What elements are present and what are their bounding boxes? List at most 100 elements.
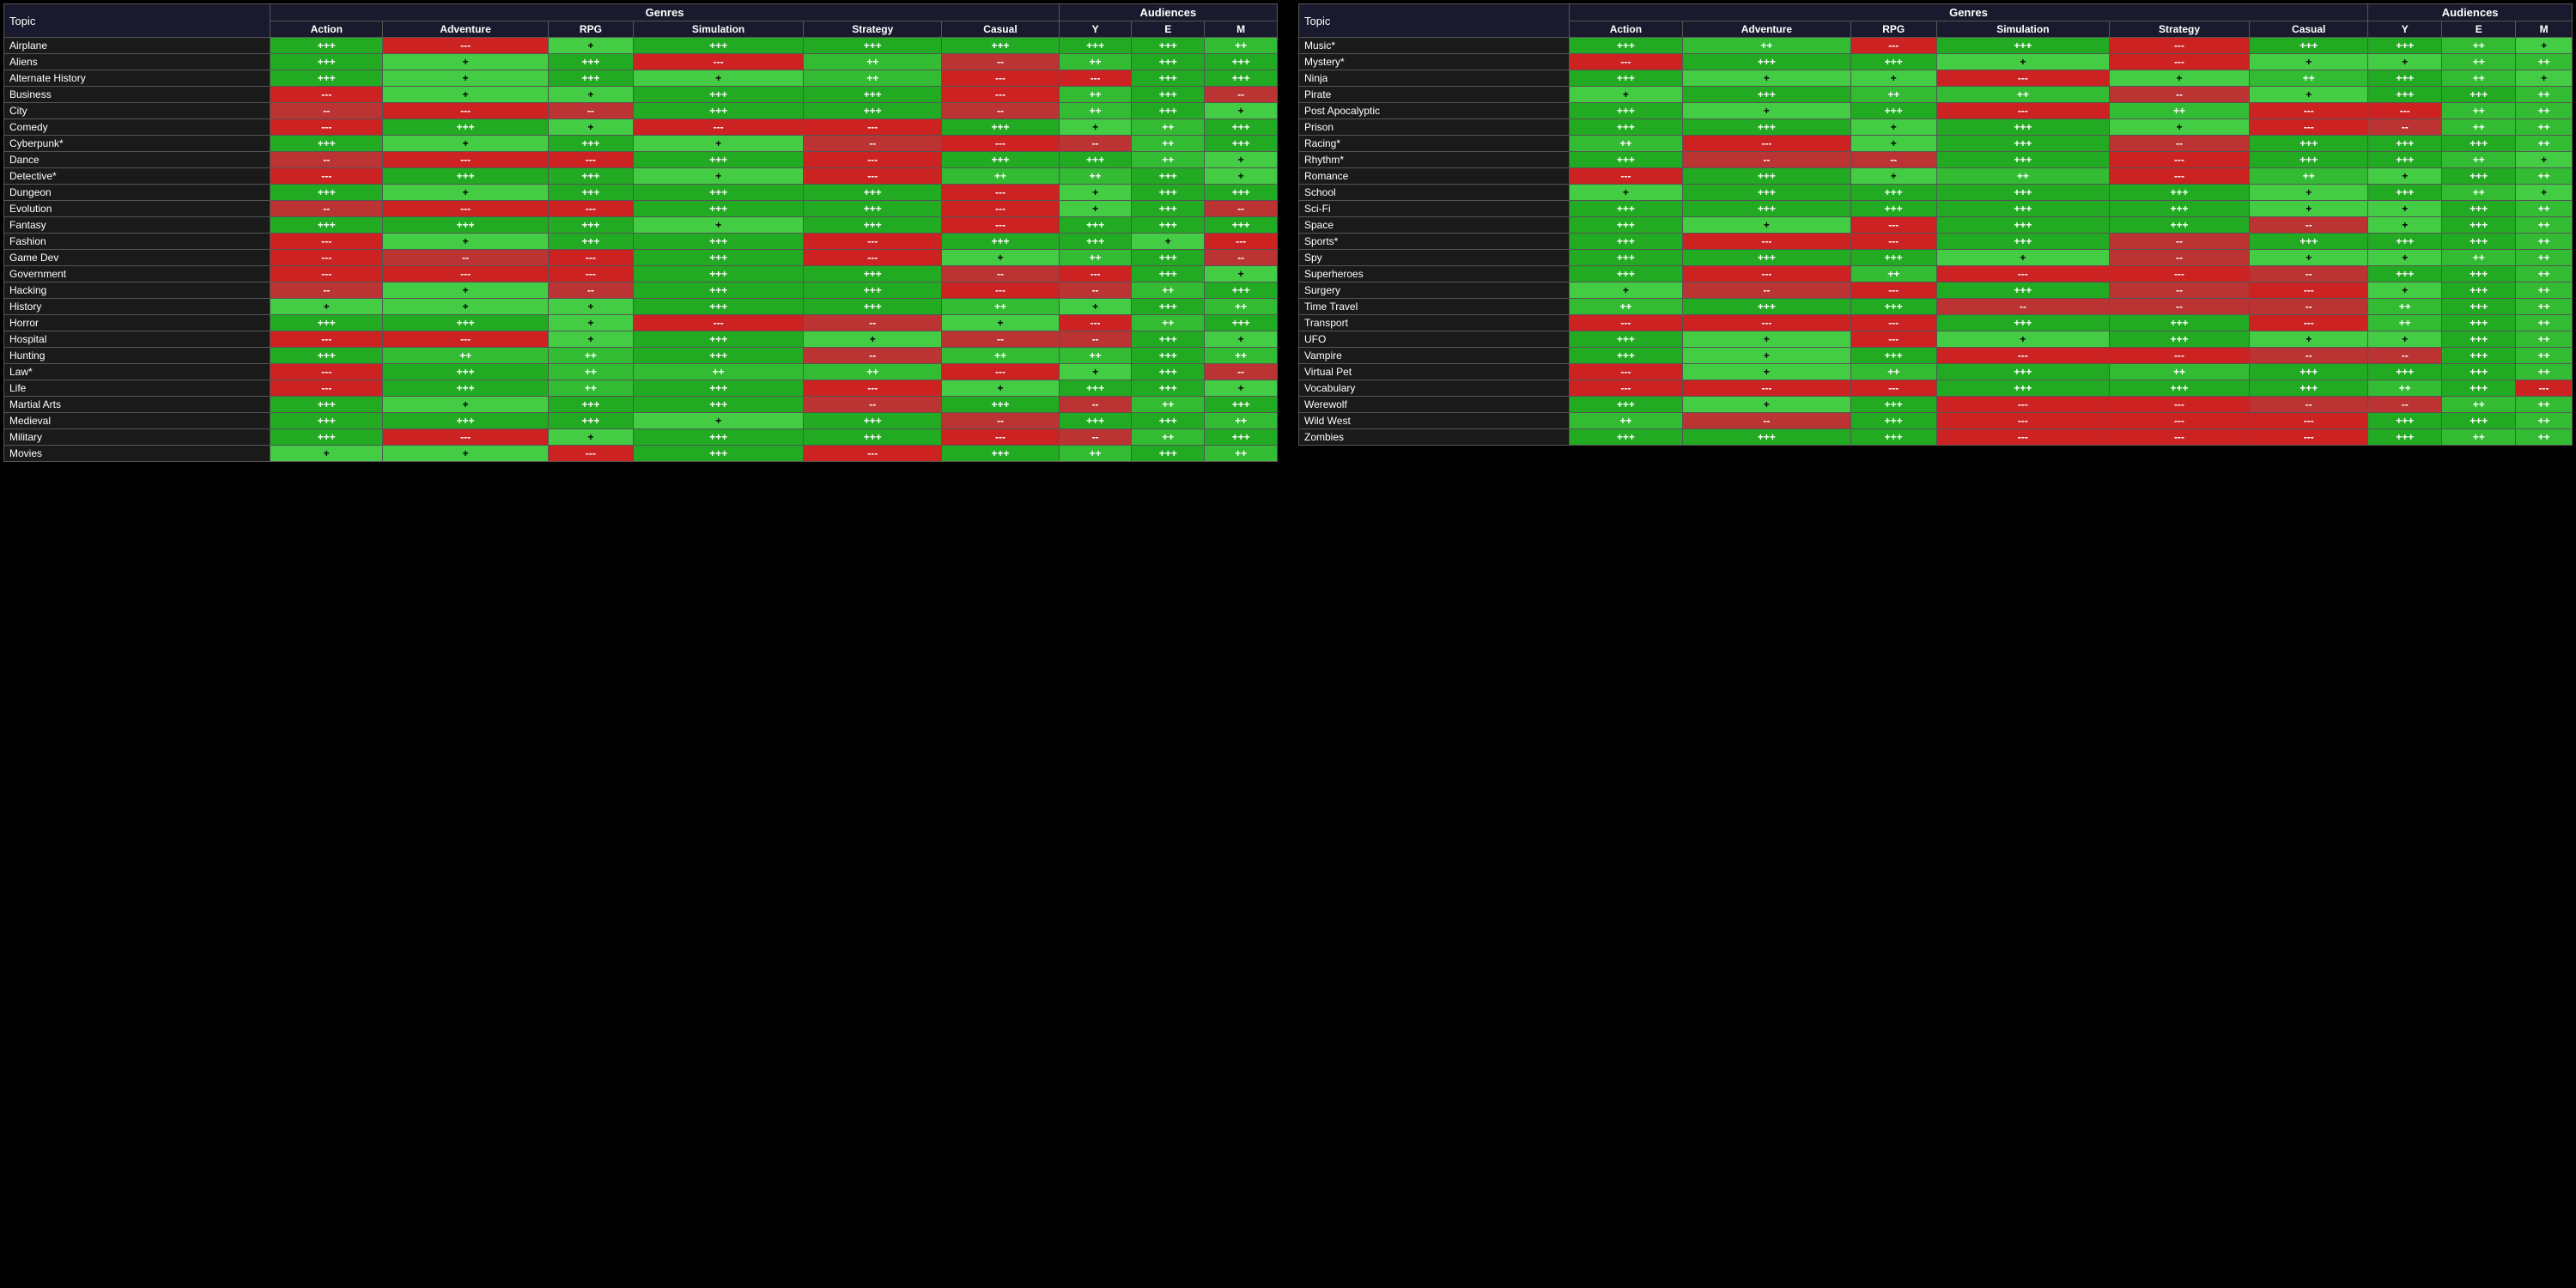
genre-cell-rpg: ---: [1850, 283, 1936, 299]
table-row: Transport---------++++++---+++++++: [1299, 315, 2573, 331]
genre-cell-action: +++: [1569, 234, 1683, 250]
genre-cell-adventure: +: [1683, 364, 1850, 380]
genre-cell-casual: +++: [2250, 136, 2368, 152]
genre-cell-action: +++: [1569, 331, 1683, 348]
topic-cell: Government: [4, 266, 270, 283]
genre-cell-simulation: +++: [633, 331, 804, 348]
genre-cell-rpg: ---: [549, 446, 634, 462]
table-row: Law*---+++++++++---++++--: [4, 364, 1278, 380]
aud-cell-y: --: [2368, 348, 2442, 364]
genre-cell-strategy: ---: [2109, 152, 2249, 168]
genre-cell-strategy: --: [2109, 87, 2249, 103]
genre-cell-adventure: +++: [383, 364, 549, 380]
genre-cell-casual: ---: [942, 217, 1059, 234]
genre-cell-simulation: ++: [1936, 168, 2109, 185]
genre-cell-adventure: +++: [383, 119, 549, 136]
topic-cell: Sci-Fi: [1299, 201, 1570, 217]
genre-cell-rpg: ++: [1850, 364, 1936, 380]
aud-cell-e: ++: [2442, 429, 2516, 446]
genre-cell-adventure: +: [1683, 331, 1850, 348]
genre-cell-strategy: ---: [2109, 348, 2249, 364]
genre-cell-strategy: --: [804, 397, 942, 413]
topic-cell: Superheroes: [1299, 266, 1570, 283]
genre-cell-casual: +: [2250, 54, 2368, 70]
topic-cell: Dance: [4, 152, 270, 168]
table-row: Post Apocalyptic+++++++---++------++++: [1299, 103, 2573, 119]
table-row: Sci-Fi++++++++++++++++++++++: [1299, 201, 2573, 217]
aud-cell-y: --: [1059, 331, 1132, 348]
genre-cell-adventure: +: [383, 87, 549, 103]
genre-cell-rpg: +++: [1850, 201, 1936, 217]
genre-cell-simulation: +++: [1936, 217, 2109, 234]
topic-cell: Mystery*: [1299, 54, 1570, 70]
table-row: Detective*---+++++++---++++++++: [4, 168, 1278, 185]
aud-cell-y: +: [2368, 54, 2442, 70]
genre-cell-simulation: +++: [633, 87, 804, 103]
aud-cell-y: ++: [2368, 315, 2442, 331]
aud-cell-y: --: [1059, 429, 1132, 446]
aud-col-e: E: [1132, 21, 1205, 38]
aud-cell-y: +: [1059, 119, 1132, 136]
genre-cell-simulation: +++: [633, 152, 804, 168]
aud-cell-y: +: [2368, 331, 2442, 348]
genre-cell-rpg: --: [549, 103, 634, 119]
aud-cell-e: ++: [2442, 185, 2516, 201]
genre-cell-action: ---: [270, 380, 383, 397]
genre-cell-action: +++: [1569, 119, 1683, 136]
genre-cell-strategy: +++: [804, 283, 942, 299]
genre-cell-casual: ++: [2250, 168, 2368, 185]
topic-cell: Airplane: [4, 38, 270, 54]
genre-cell-strategy: +++: [2109, 185, 2249, 201]
genre-cell-simulation: +: [1936, 331, 2109, 348]
aud-cell-y: +++: [2368, 87, 2442, 103]
genre-cell-casual: --: [942, 331, 1059, 348]
aud-cell-m: ++: [2516, 429, 2573, 446]
genre-cell-rpg: --: [1850, 152, 1936, 168]
topic-cell: History: [4, 299, 270, 315]
genre-cell-adventure: +: [1683, 103, 1850, 119]
genre-cell-casual: --: [2250, 397, 2368, 413]
genre-cell-rpg: ---: [549, 250, 634, 266]
genre-cell-action: +++: [1569, 70, 1683, 87]
topic-cell: Hacking: [4, 283, 270, 299]
genre-cell-strategy: ---: [804, 380, 942, 397]
genre-cell-casual: +: [2250, 87, 2368, 103]
aud-cell-m: ++: [1205, 299, 1278, 315]
genre-cell-strategy: +++: [2109, 380, 2249, 397]
aud-cell-y: --: [2368, 397, 2442, 413]
genre-cell-casual: +++: [2250, 364, 2368, 380]
aud-cell-m: +++: [1205, 283, 1278, 299]
aud-cell-y: ---: [1059, 70, 1132, 87]
aud-cell-e: +++: [1132, 299, 1205, 315]
topic-cell: Alternate History: [4, 70, 270, 87]
topic-cell: Spy: [1299, 250, 1570, 266]
table-row: Vocabulary---------++++++++++++++---: [1299, 380, 2573, 397]
aud-cell-e: +++: [2442, 168, 2516, 185]
genre-cell-action: +++: [1569, 201, 1683, 217]
topic-cell: Military: [4, 429, 270, 446]
aud-cell-m: +++: [1205, 136, 1278, 152]
genre-cell-simulation: +++: [633, 185, 804, 201]
genre-cell-simulation: +++: [633, 266, 804, 283]
genre-cell-casual: +++: [2250, 380, 2368, 397]
genre-cell-action: --: [270, 283, 383, 299]
genre-cell-casual: +++: [2250, 152, 2368, 168]
genre-cell-simulation: +++: [633, 201, 804, 217]
genre-cell-rpg: +: [549, 119, 634, 136]
genre-cell-strategy: --: [2109, 299, 2249, 315]
aud-cell-m: +++: [1205, 185, 1278, 201]
genre-cell-simulation: +: [633, 413, 804, 429]
topic-cell: Martial Arts: [4, 397, 270, 413]
genre-cell-strategy: ---: [2109, 413, 2249, 429]
genre-cell-casual: --: [2250, 266, 2368, 283]
genre-cell-adventure: ++: [383, 348, 549, 364]
aud-cell-y: +++: [2368, 70, 2442, 87]
aud-cell-m: +++: [1205, 429, 1278, 446]
topic-cell: Sports*: [1299, 234, 1570, 250]
genre-cell-strategy: +++: [2109, 315, 2249, 331]
aud-cell-e: ++: [1132, 397, 1205, 413]
aud-cell-y: +: [2368, 217, 2442, 234]
divider: [1285, 3, 1291, 1285]
genre-cell-strategy: --: [804, 136, 942, 152]
genre-cell-strategy: ---: [804, 119, 942, 136]
